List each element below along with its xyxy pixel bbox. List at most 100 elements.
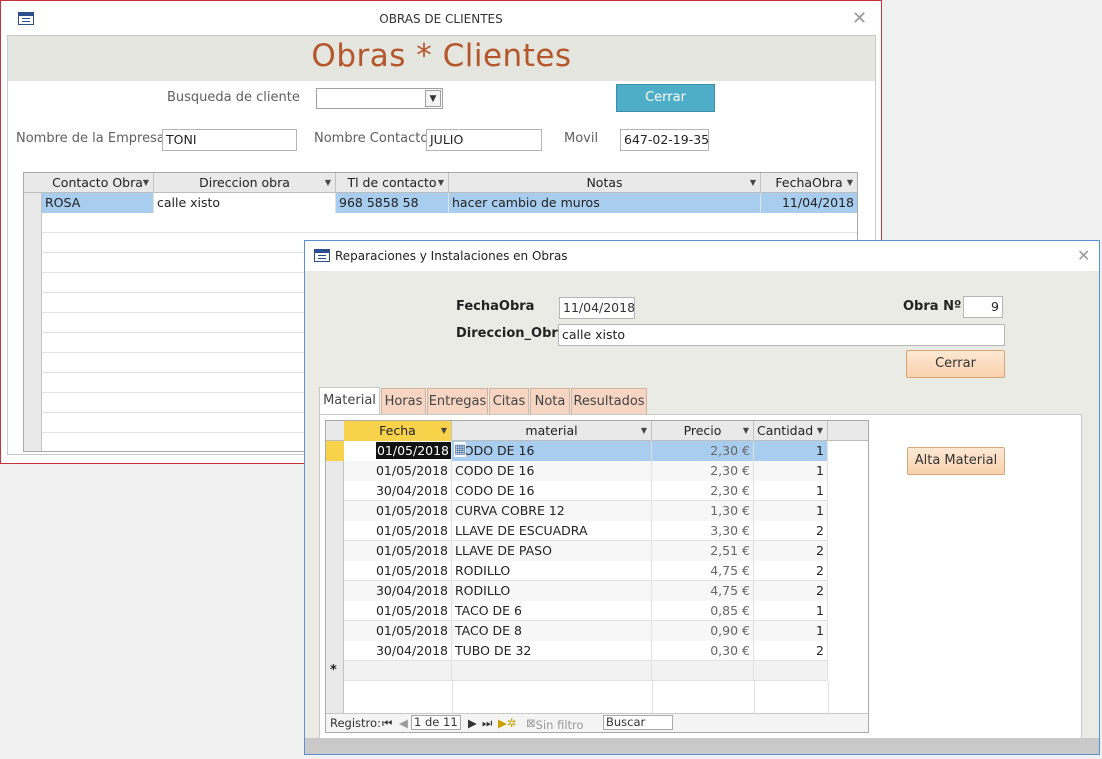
cell-precio[interactable]: 2,30 € [652,481,754,501]
record-number-field[interactable]: 1 de 11 [411,715,461,730]
prev-record-icon[interactable]: ◀ [399,716,408,730]
tab-nota[interactable]: Nota [530,388,570,414]
cell-material[interactable]: TACO DE 8 [452,621,652,641]
cell-precio[interactable]: 1,30 € [652,501,754,521]
empty-cell[interactable] [652,661,754,681]
cell-material[interactable]: LLAVE DE PASO [452,541,652,561]
cell-fecha[interactable]: 01/05/2018 [344,501,452,521]
cell-precio[interactable]: 2,30 € [652,441,754,461]
cell-cantidad[interactable]: 1 [754,461,828,481]
cell-precio[interactable]: 2,30 € [652,461,754,481]
material-datasheet[interactable]: Fecha ▼ material ▼ Precio ▼ Cantidad ▼ 01/05… [325,420,869,733]
cell-notas[interactable]: hacer cambio de muros [449,193,761,213]
cell-material[interactable]: CODO DE 16 [452,481,652,501]
table-row[interactable]: 01/05/2018 LLAVE DE PASO 2,51 €2 [344,541,828,561]
col-direccion-obra[interactable]: Direccion obra ▼ [154,173,336,193]
cell-fecha[interactable]: 01/05/2018 [344,621,452,641]
obra-numero-field[interactable]: 9 [963,296,1003,318]
direccion-obra-field[interactable]: calle xisto [558,324,1005,346]
table-row[interactable] [42,213,857,233]
cell-material[interactable]: CODO DE 16 [452,441,652,461]
cell-material[interactable]: TUBO DE 32 [452,641,652,661]
cell-precio[interactable]: 0,85 € [652,601,754,621]
col-fecha-obra[interactable]: FechaObra ▼ [761,173,857,193]
cell-cantidad[interactable]: 1 [754,441,828,461]
table-row[interactable]: 30/04/2018 CODO DE 16 2,30 €1 [344,481,828,501]
movil-field[interactable]: 647-02-19-35 [620,129,709,151]
tab-entregas[interactable]: Entregas [427,388,488,414]
table-row[interactable]: 01/05/2018 CURVA COBRE 12 1,30 €1 [344,501,828,521]
cell-fecha[interactable]: 30/04/2018 [344,581,452,601]
cell-cantidad[interactable]: 1 [754,501,828,521]
cell-fecha[interactable]: 30/04/2018 [344,481,452,501]
close-button[interactable]: Cerrar [616,84,715,112]
cell-cantidad[interactable]: 1 [754,601,828,621]
close-icon[interactable]: ✕ [852,10,867,28]
new-record-row[interactable] [344,661,828,681]
cell-fecha[interactable]: 01/05/2018 [344,541,452,561]
contacto-field[interactable]: JULIO [426,129,542,151]
cell-contacto[interactable]: ROSA [42,193,154,213]
empty-cell[interactable] [754,661,828,681]
col-precio[interactable]: Precio ▼ [652,421,754,441]
empresa-field[interactable]: TONI [162,129,297,151]
cell-fecha[interactable]: 01/05/2018 [344,561,452,581]
table-row[interactable]: ROSA calle xisto 968 5858 58 hacer cambi… [42,193,857,213]
client-search-combo[interactable]: ▼ [316,88,443,109]
cerrar-button[interactable]: Cerrar [906,350,1005,378]
cell-material[interactable]: TACO DE 6 [452,601,652,621]
cell-cantidad[interactable]: 2 [754,561,828,581]
chevron-down-icon[interactable]: ▼ [425,90,441,107]
col-cantidad[interactable]: Cantidad ▼ [754,421,828,441]
cell-precio[interactable]: 3,30 € [652,521,754,541]
table-row[interactable]: 01/05/2018 TACO DE 6 0,85 €1 [344,601,828,621]
table-row[interactable]: 30/04/2018 RODILLO 4,75 €2 [344,581,828,601]
cell-cantidad[interactable]: 2 [754,581,828,601]
last-record-icon[interactable]: ⏭ [482,716,492,731]
cell-telefono[interactable]: 968 5858 58 [336,193,449,213]
cell-cantidad[interactable]: 1 [754,621,828,641]
cell-material[interactable]: CODO DE 16 [452,461,652,481]
calendar-icon[interactable]: ▦ [454,442,467,457]
cell-material[interactable]: CURVA COBRE 12 [452,501,652,521]
next-record-icon[interactable]: ▶ [468,716,477,730]
alta-material-button[interactable]: Alta Material [907,447,1005,475]
search-input[interactable]: Buscar [603,715,673,730]
col-contacto-obra[interactable]: Contacto Obra ▼ [42,173,154,193]
new-record-icon[interactable]: ▶✲ [498,716,516,730]
cell-precio[interactable]: 0,90 € [652,621,754,641]
empty-cell[interactable] [452,661,652,681]
tab-material[interactable]: Material [319,387,380,415]
cell-cantidad[interactable]: 2 [754,521,828,541]
cell-fecha[interactable]: 30/04/2018 [344,641,452,661]
cell-cantidad[interactable]: 2 [754,641,828,661]
cell-cantidad[interactable]: 2 [754,541,828,561]
cell-fecha[interactable]: 01/05/2018 [344,441,452,461]
filter-icon[interactable]: ⊠ Sin filtro [526,716,584,732]
close-icon[interactable]: ✕ [1077,247,1090,265]
table-row[interactable]: 30/04/2018 TUBO DE 32 0,30 €2 [344,641,828,661]
cell-precio[interactable]: 4,75 € [652,561,754,581]
cell-material[interactable]: RODILLO [452,581,652,601]
cell-fecha[interactable]: 11/04/2018 [761,193,857,213]
cell-precio[interactable]: 0,30 € [652,641,754,661]
cell-material[interactable]: LLAVE DE ESCUADRA [452,521,652,541]
first-record-icon[interactable]: ⏮ [382,716,392,731]
row-selector-column[interactable] [24,173,42,451]
col-material[interactable]: material ▼ [452,421,652,441]
table-row[interactable]: 01/05/2018 CODO DE 16 2,30 €1 ▦ [344,441,828,461]
empty-cell[interactable] [344,661,452,681]
cell-precio[interactable]: 4,75 € [652,581,754,601]
table-row[interactable]: 01/05/2018 TACO DE 8 0,90 €1 [344,621,828,641]
tab-resultados[interactable]: Resultados [571,388,647,414]
cell-material[interactable]: RODILLO [452,561,652,581]
table-row[interactable]: 01/05/2018 RODILLO 4,75 €2 [344,561,828,581]
col-notas[interactable]: Notas ▼ [449,173,761,193]
col-tl-contacto[interactable]: Tl de contacto ▼ [336,173,449,193]
cell-direccion[interactable]: calle xisto [154,193,336,213]
col-fecha[interactable]: Fecha ▼ [344,421,452,441]
cell-fecha[interactable]: 01/05/2018 [344,521,452,541]
cell-cantidad[interactable]: 1 [754,481,828,501]
table-row[interactable]: 01/05/2018 CODO DE 16 2,30 €1 [344,461,828,481]
cell-fecha[interactable]: 01/05/2018 [344,461,452,481]
